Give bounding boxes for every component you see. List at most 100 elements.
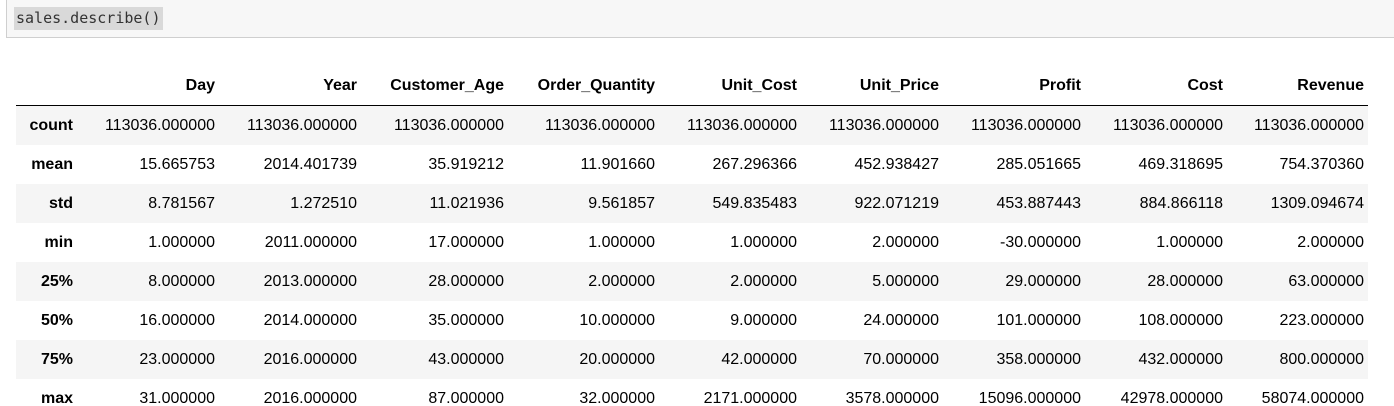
- table-cell: 63.000000: [1288, 272, 1364, 290]
- table-cell: -30.000000: [1000, 233, 1081, 251]
- table-cell: 16.000000: [139, 311, 215, 329]
- table-cell: 113036.000000: [104, 116, 215, 134]
- table-cell: 358.000000: [996, 350, 1081, 368]
- table-cell: 29.000000: [1005, 272, 1081, 290]
- table-cell: 2014.401739: [263, 155, 357, 173]
- table-cell: 101.000000: [996, 311, 1081, 329]
- table-cell: 2.000000: [588, 272, 655, 290]
- header-row: Day Year Customer_Age Order_Quantity Uni…: [16, 66, 1368, 106]
- table-cell: 113036.000000: [828, 116, 939, 134]
- table-cell: 113036.000000: [1253, 116, 1364, 134]
- table-cell: 754.370360: [1279, 155, 1364, 173]
- table-cell: 452.938427: [854, 155, 939, 173]
- table-cell: 432.000000: [1138, 350, 1223, 368]
- column-header: Customer_Age: [361, 66, 508, 106]
- table-cell: 2.000000: [872, 233, 939, 251]
- table-cell: 17.000000: [428, 233, 504, 251]
- table-cell: 800.000000: [1279, 350, 1364, 368]
- column-header: Order_Quantity: [508, 66, 659, 106]
- column-header: Year: [219, 66, 361, 106]
- table-cell: 1.000000: [588, 233, 655, 251]
- table-cell: 1.272510: [290, 194, 357, 212]
- table-row: min 1.000000 2011.000000 17.000000 1.000000 1…: [16, 223, 1368, 262]
- column-header: Unit_Price: [801, 66, 943, 106]
- table-cell: 285.051665: [996, 155, 1081, 173]
- table-cell: 2014.000000: [263, 311, 357, 329]
- column-header: Cost: [1085, 66, 1227, 106]
- describe-output-table: Day Year Customer_Age Order_Quantity Uni…: [16, 66, 1368, 406]
- table-row: 25% 8.000000 2013.000000 28.000000 2.000000 2…: [16, 262, 1368, 301]
- table-cell: 11.901660: [580, 155, 655, 173]
- code-input-cell[interactable]: sales.describe(): [6, 0, 1394, 38]
- table-cell: 113036.000000: [393, 116, 504, 134]
- table-cell: 11.021936: [429, 194, 504, 212]
- column-header: Profit: [943, 66, 1085, 106]
- table-cell: 31.000000: [139, 389, 215, 406]
- table-cell: 8.781567: [148, 194, 215, 212]
- table-cell: 9.561857: [588, 194, 655, 212]
- table-row: std 8.781567 1.272510 11.021936 9.561857 549.…: [16, 184, 1368, 223]
- table-row: 50% 16.000000 2014.000000 35.000000 10.00000…: [16, 301, 1368, 340]
- row-index-label: count: [29, 116, 73, 134]
- column-header: Day: [77, 66, 219, 106]
- row-index-label: max: [40, 389, 73, 406]
- table-cell: 9.000000: [730, 311, 797, 329]
- table-cell: 28.000000: [428, 272, 504, 290]
- table-body: count 113036.000000 113036.000000 113036.00…: [16, 105, 1368, 406]
- table-cell: 58074.000000: [1261, 389, 1364, 406]
- table-cell: 113036.000000: [246, 116, 357, 134]
- table-cell: 8.000000: [148, 272, 215, 290]
- table-row: 75% 23.000000 2016.000000 43.000000 20.00000…: [16, 340, 1368, 379]
- table-cell: 32.000000: [579, 389, 655, 406]
- table-cell: 70.000000: [863, 350, 939, 368]
- table-cell: 113036.000000: [1112, 116, 1223, 134]
- table-cell: 223.000000: [1279, 311, 1364, 329]
- table-cell: 15.665753: [139, 155, 215, 173]
- table-cell: 2.000000: [1297, 233, 1364, 251]
- table-cell: 10.000000: [579, 311, 655, 329]
- row-index-label: 25%: [40, 272, 73, 290]
- table-cell: 549.835483: [712, 194, 797, 212]
- index-header: [16, 66, 77, 106]
- table-row: count 113036.000000 113036.000000 113036.00…: [16, 105, 1368, 145]
- table-cell: 2011.000000: [264, 233, 357, 251]
- table-cell: 922.071219: [854, 194, 939, 212]
- table-cell: 113036.000000: [544, 116, 655, 134]
- table-cell: 3578.000000: [845, 389, 939, 406]
- table-cell: 43.000000: [428, 350, 504, 368]
- table-cell: 35.000000: [428, 311, 504, 329]
- table-cell: 1.000000: [1156, 233, 1223, 251]
- table-cell: 1.000000: [148, 233, 215, 251]
- table-cell: 2016.000000: [263, 389, 357, 406]
- table-cell: 1309.094674: [1270, 194, 1364, 212]
- table-cell: 113036.000000: [686, 116, 797, 134]
- table-cell: 453.887443: [996, 194, 1081, 212]
- table-cell: 267.296366: [712, 155, 797, 173]
- code-text[interactable]: sales.describe(): [14, 7, 163, 30]
- row-index-label: 50%: [40, 311, 73, 329]
- table-cell: 28.000000: [1147, 272, 1223, 290]
- column-header: Revenue: [1227, 66, 1368, 106]
- table-cell: 15096.000000: [978, 389, 1081, 406]
- table-cell: 20.000000: [579, 350, 655, 368]
- table-cell: 42.000000: [721, 350, 797, 368]
- table-cell: 2.000000: [730, 272, 797, 290]
- table-cell: 2013.000000: [263, 272, 357, 290]
- row-index-label: min: [44, 233, 73, 251]
- table-cell: 2016.000000: [263, 350, 357, 368]
- column-header: Unit_Cost: [659, 66, 801, 106]
- table-cell: 469.318695: [1138, 155, 1223, 173]
- table-cell: 35.919212: [428, 155, 504, 173]
- table-cell: 108.000000: [1138, 311, 1223, 329]
- table-row: mean 15.665753 2014.401739 35.919212 11.9016…: [16, 145, 1368, 184]
- row-index-label: mean: [31, 155, 73, 173]
- table-cell: 113036.000000: [970, 116, 1081, 134]
- table-cell: 5.000000: [872, 272, 939, 290]
- table-cell: 2171.000000: [703, 389, 797, 406]
- table-cell: 1.000000: [730, 233, 797, 251]
- table-cell: 87.000000: [428, 389, 504, 406]
- table-cell: 884.866118: [1139, 194, 1223, 212]
- table-cell: 42978.000000: [1120, 389, 1223, 406]
- table-row: max 31.000000 2016.000000 87.000000 32.00000…: [16, 379, 1368, 406]
- table-cell: 24.000000: [863, 311, 939, 329]
